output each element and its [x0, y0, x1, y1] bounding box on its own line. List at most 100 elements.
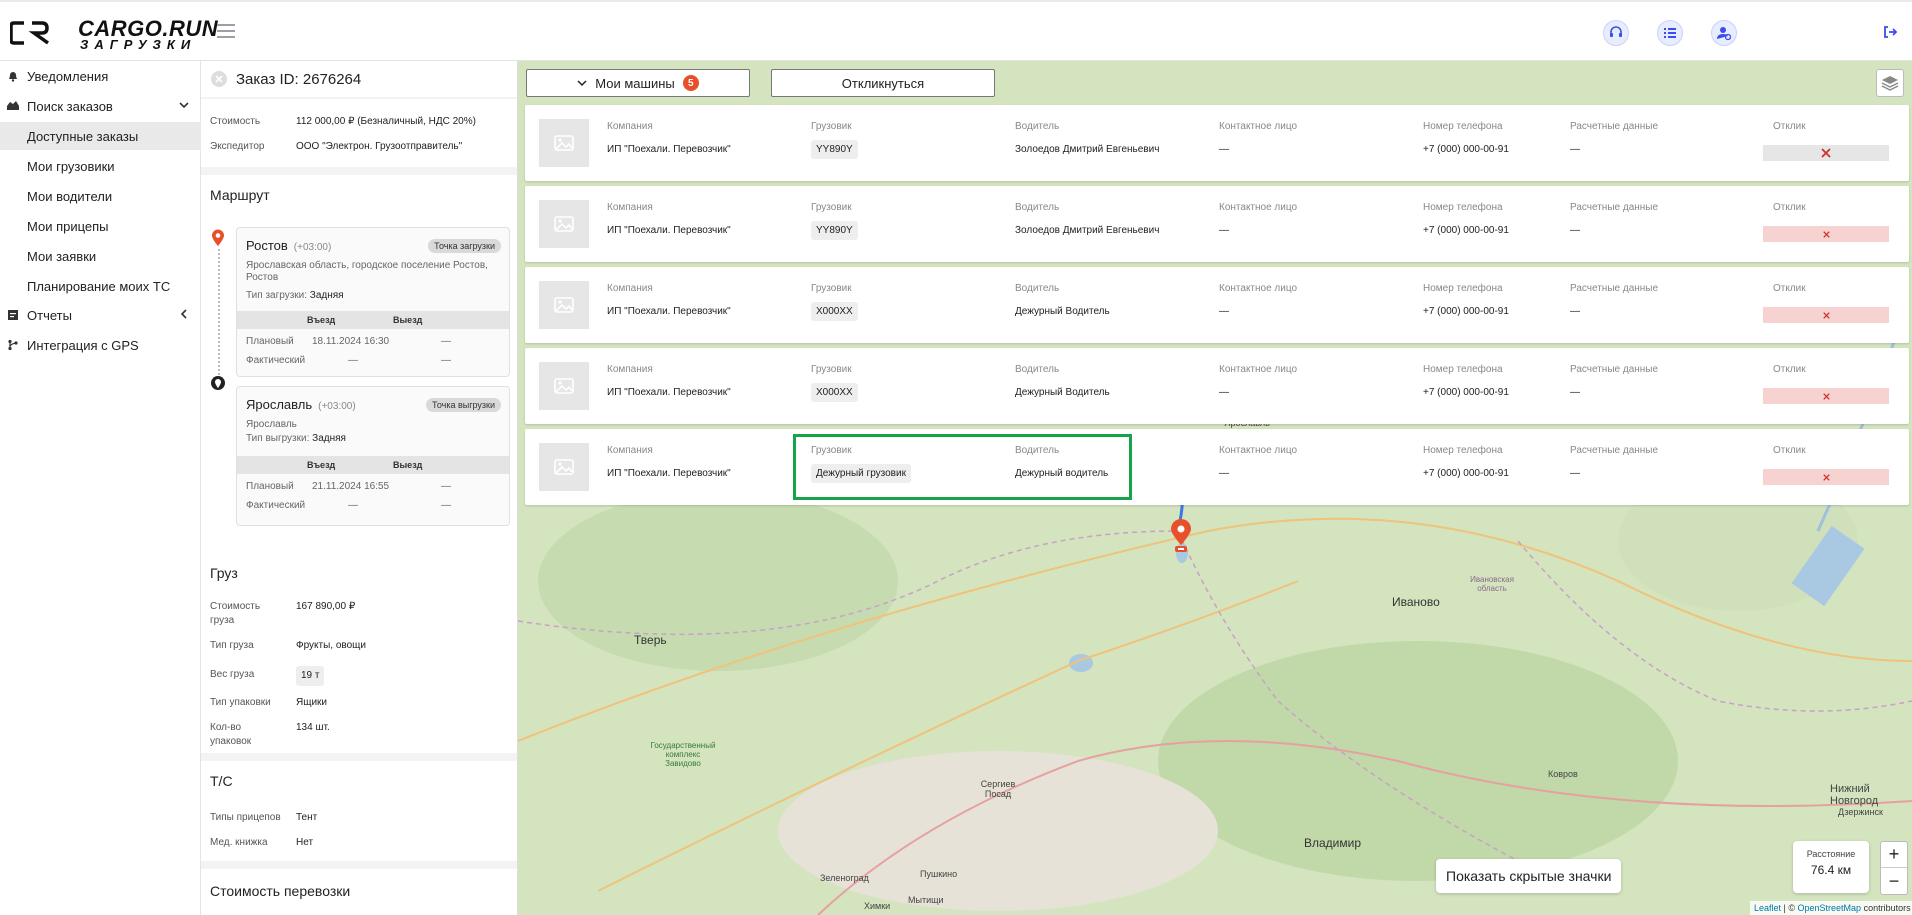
order-cost-value: 112 000,00 ₽ (Безналичный, НДС 20%) [296, 116, 476, 127]
user-settings-button[interactable] [1711, 20, 1737, 46]
map-label-ivanovo-region: Ивановская область [1470, 575, 1514, 593]
sidebar-item-available-orders[interactable]: Доступные заказы [0, 122, 201, 150]
column-label: Отклик [1773, 202, 1806, 213]
column-label: Номер телефона [1423, 121, 1503, 132]
truck-card[interactable]: Компания ИП "Поехали. Перевозчик" Грузовик… [525, 429, 1909, 505]
respond-button[interactable]: Откликнуться [771, 69, 995, 97]
chevron-down-icon [577, 80, 587, 87]
map-label-ivanovo: Иваново [1392, 595, 1440, 609]
response-toggle[interactable] [1763, 469, 1889, 485]
order-panel: Заказ ID: 2676264 Стоимость 112 000,00 ₽… [201, 61, 518, 915]
truck-card[interactable]: Компания ИП "Поехали. Перевозчик" Грузовик… [525, 105, 1909, 181]
layers-button[interactable] [1876, 69, 1904, 97]
show-hidden-icons-label: Показать скрытые значки [1446, 868, 1612, 884]
column-value: — [1570, 306, 1580, 317]
my-cars-toggle-button[interactable]: Мои машины 5 [526, 69, 750, 97]
unload-point-pin-icon [211, 376, 225, 390]
sidebar-item-order-search[interactable]: Поиск заказов [0, 92, 201, 120]
vehicle-section: Т/С Типы прицепов Тент Мед. книжка Нет [201, 761, 517, 861]
menu-toggle-icon[interactable] [217, 24, 235, 38]
chevron-left-icon[interactable] [179, 309, 189, 319]
leaflet-link[interactable]: Leaflet [1754, 903, 1781, 913]
column-label: Водитель [1015, 283, 1060, 294]
sidebar-item-planning[interactable]: Планирование моих ТС [0, 272, 201, 300]
load-point-pin-icon [212, 229, 224, 246]
order-title: Заказ ID: 2676264 [236, 70, 362, 88]
truck-col-contact: Контактное лицо — [1219, 445, 1359, 479]
column-value: +7 (000) 000-00-91 [1423, 306, 1509, 317]
close-icon [1822, 311, 1830, 319]
column-label: Грузовик [811, 283, 852, 294]
distance-label: Расстояние [1806, 849, 1856, 859]
column-label: Контактное лицо [1219, 202, 1298, 213]
chevron-down-icon[interactable] [179, 100, 189, 110]
column-value: ИП "Поехали. Перевозчик" [607, 468, 731, 479]
response-toggle[interactable] [1763, 145, 1889, 161]
support-button[interactable] [1603, 20, 1629, 46]
response-toggle[interactable] [1763, 307, 1889, 323]
zoom-in-button[interactable]: + [1881, 842, 1907, 868]
truck-card[interactable]: Компания ИП "Поехали. Перевозчик" Грузовик… [525, 267, 1909, 343]
list-button[interactable] [1657, 20, 1683, 46]
truck-card[interactable]: Компания ИП "Поехали. Перевозчик" Грузовик… [525, 348, 1909, 424]
truck-col-phone: Номер телефона +7 (000) 000-00-91 [1423, 283, 1563, 317]
truck-plate-chip: X000XX [811, 302, 858, 321]
sidebar-item-my-requests[interactable]: Мои заявки [0, 242, 201, 270]
show-hidden-icons-button[interactable]: Показать скрытые значки [1436, 859, 1622, 893]
column-value: Дежурный Водитель [1015, 387, 1110, 398]
column-label: Номер телефона [1423, 202, 1503, 213]
map-view[interactable]: Тверь Иваново Владимир Сергиев Посад Зел… [518, 61, 1912, 915]
sidebar-item-reports[interactable]: Отчеты [0, 301, 201, 329]
column-label: Номер телефона [1423, 364, 1503, 375]
column-value: ИП "Поехали. Перевозчик" [607, 225, 731, 236]
close-order-button[interactable] [211, 71, 227, 87]
column-label: Расчетные данные [1570, 364, 1659, 375]
gps-icon [6, 338, 20, 352]
order-forwarder-label: Экспедитор [210, 141, 265, 152]
truck-card[interactable]: Компания ИП "Поехали. Перевозчик" Грузовик… [525, 186, 1909, 262]
route-point-timezone: (+03:00) [293, 242, 332, 253]
column-value: — [1219, 468, 1229, 479]
truck-col-contact: Контактное лицо — [1219, 364, 1359, 398]
column-label: Водитель [1015, 364, 1060, 375]
column-label: Контактное лицо [1219, 283, 1298, 294]
truck-col-contact: Контактное лицо — [1219, 121, 1359, 155]
sidebar-item-label: Уведомления [27, 68, 109, 84]
column-value: +7 (000) 000-00-91 [1423, 225, 1509, 236]
column-value: — [1219, 144, 1229, 155]
truck-col-driver: Водитель Дежурный Водитель [1015, 283, 1175, 317]
sidebar-item-label: Мои грузовики [27, 158, 115, 174]
zoom-out-button[interactable]: − [1881, 868, 1907, 894]
brand-logo[interactable]: CARGO.RUN ЗАГРУЗКИ [10, 16, 218, 52]
truck-col-company: Компания ИП "Поехали. Перевозчик" [607, 283, 767, 317]
sidebar-item-label: Интеграция с GPS [27, 337, 139, 353]
osm-link[interactable]: OpenStreetMap [1798, 903, 1862, 913]
column-value: +7 (000) 000-00-91 [1423, 387, 1509, 398]
truck-col-payment: Расчетные данные — [1570, 121, 1710, 155]
sidebar-item-my-drivers[interactable]: Мои водители [0, 182, 201, 210]
sidebar-item-notifications[interactable]: Уведомления [0, 62, 201, 90]
app-header: CARGO.RUN ЗАГРУЗКИ [0, 0, 1912, 61]
column-label: Расчетные данные [1570, 283, 1659, 294]
truck-photo-placeholder [539, 362, 589, 410]
cargo-title: Груз [210, 565, 238, 581]
route-point-tag: Точка выгрузки [426, 398, 501, 412]
column-label: Контактное лицо [1219, 364, 1298, 375]
image-placeholder-icon [554, 135, 574, 151]
sidebar-item-gps[interactable]: Интеграция с GPS [0, 331, 201, 359]
truck-col-company: Компания ИП "Поехали. Перевозчик" [607, 202, 767, 236]
sidebar-item-my-trailers[interactable]: Мои прицепы [0, 212, 201, 240]
route-point-address: Ярославль [246, 419, 297, 430]
transport-cost-section: Стоимость перевозки [201, 869, 517, 915]
map-label-kovrov: Ковров [1548, 769, 1578, 779]
column-label: Грузовик [811, 364, 852, 375]
map-marker-icon[interactable] [1169, 519, 1193, 553]
column-label: Грузовик [811, 121, 852, 132]
logout-icon[interactable] [1882, 24, 1898, 40]
route-point-unload: Ярославль (+03:00) Точка выгрузки Ярослав… [236, 386, 510, 526]
column-label: Отклик [1773, 364, 1806, 375]
response-toggle[interactable] [1763, 388, 1889, 404]
truck-col-company: Компания ИП "Поехали. Перевозчик" [607, 121, 767, 155]
sidebar-item-my-trucks[interactable]: Мои грузовики [0, 152, 201, 180]
response-toggle[interactable] [1763, 226, 1889, 242]
